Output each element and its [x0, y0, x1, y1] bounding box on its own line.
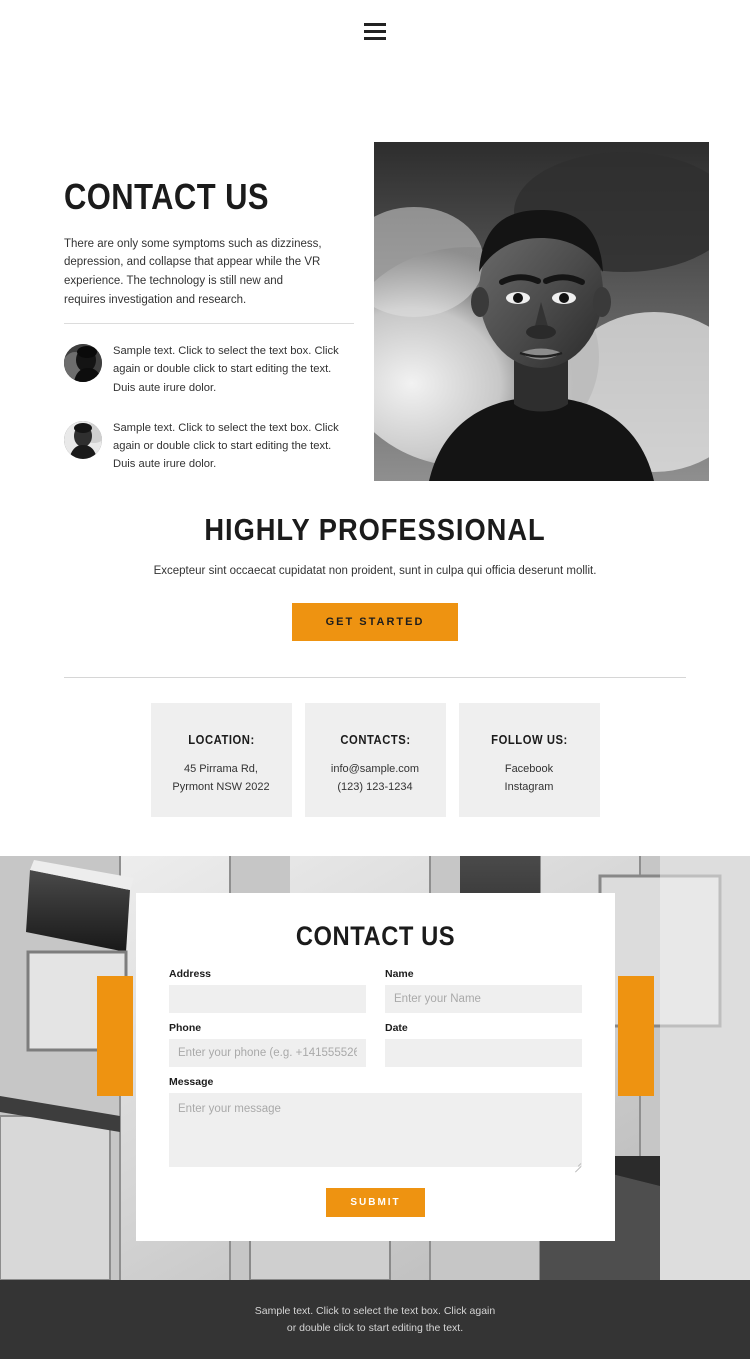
- form-fields: Address Name Phone Date Message: [169, 968, 582, 1172]
- submit-button[interactable]: SUBMIT: [326, 1188, 425, 1217]
- field-message: Message: [169, 1076, 582, 1172]
- section-divider: [64, 677, 686, 678]
- list-item: Sample text. Click to select the text bo…: [64, 342, 354, 396]
- card-body: info@sample.com (123) 123-1234: [305, 761, 446, 797]
- address-label: Address: [169, 968, 212, 980]
- hero-portrait-image: [374, 142, 709, 481]
- name-input[interactable]: [385, 985, 582, 1013]
- field-date: Date: [385, 1022, 582, 1067]
- date-label: Date: [385, 1022, 408, 1034]
- field-phone: Phone: [169, 1022, 366, 1067]
- date-input[interactable]: [385, 1039, 582, 1067]
- card-body: 45 Pirrama Rd, Pyrmont NSW 2022: [151, 761, 292, 797]
- info-card-location: LOCATION: 45 Pirrama Rd, Pyrmont NSW 202…: [150, 703, 292, 817]
- field-address: Address: [169, 968, 366, 1013]
- hero-text-column: CONTACT US There are only some symptoms …: [64, 178, 354, 495]
- info-cards: LOCATION: 45 Pirrama Rd, Pyrmont NSW 202…: [0, 703, 750, 817]
- field-name: Name: [385, 968, 582, 1013]
- avatar: [64, 420, 102, 459]
- testimonial-text: Sample text. Click to select the text bo…: [113, 421, 339, 470]
- card-line-phone[interactable]: (123) 123-1234: [305, 779, 446, 797]
- card-body: Facebook Instagram: [459, 761, 600, 797]
- submit-row: SUBMIT: [169, 1188, 582, 1217]
- site-header: [0, 0, 750, 62]
- card-heading: LOCATION:: [187, 733, 255, 747]
- card-line: Pyrmont NSW 2022: [172, 780, 270, 793]
- phone-label: Phone: [169, 1022, 202, 1034]
- info-card-contacts: CONTACTS: info@sample.com (123) 123-1234: [304, 703, 446, 817]
- card-heading: FOLLOW US:: [490, 733, 568, 747]
- info-card-follow-us: FOLLOW US: Facebook Instagram: [458, 703, 600, 817]
- site-footer: Sample text. Click to select the text bo…: [0, 1280, 750, 1359]
- footer-text: Sample text. Click to select the text bo…: [254, 1304, 496, 1334]
- hero-subtitle: There are only some symptoms such as diz…: [64, 237, 322, 306]
- burger-line: [364, 36, 386, 40]
- promo-title: HIGHLY PROFESSIONAL: [204, 512, 546, 547]
- card-line-email[interactable]: info@sample.com: [305, 761, 446, 779]
- card-line: 45 Pirrama Rd,: [184, 763, 258, 775]
- social-link-facebook[interactable]: Facebook: [459, 761, 600, 779]
- page-title: CONTACT US: [64, 176, 269, 217]
- name-label: Name: [385, 968, 414, 980]
- address-input[interactable]: [169, 985, 366, 1013]
- burger-line: [364, 22, 386, 26]
- get-started-button[interactable]: GET STARTED: [291, 603, 459, 641]
- testimonial-text: Sample text. Click to select the text bo…: [113, 345, 339, 394]
- message-textarea[interactable]: [169, 1093, 582, 1167]
- message-label: Message: [169, 1076, 214, 1088]
- hero-section: CONTACT US There are only some symptoms …: [0, 62, 750, 481]
- phone-input[interactable]: [169, 1039, 366, 1067]
- contact-form-card: CONTACT US Address Name Phone Date Messa…: [136, 893, 615, 1241]
- hamburger-menu-icon[interactable]: [364, 22, 386, 40]
- hero-divider: [64, 323, 354, 325]
- contact-form-section: CONTACT US Address Name Phone Date Messa…: [0, 856, 750, 1280]
- form-title: CONTACT US: [295, 921, 456, 951]
- list-item: Sample text. Click to select the text bo…: [64, 419, 354, 473]
- promo-subtitle: Excepteur sint occaecat cupidatat non pr…: [153, 565, 597, 577]
- card-heading: CONTACTS:: [339, 733, 411, 747]
- accent-block-left: [97, 976, 133, 1096]
- burger-line: [364, 29, 386, 33]
- social-link-instagram[interactable]: Instagram: [459, 779, 600, 797]
- avatar: [64, 344, 102, 383]
- testimonial-list: Sample text. Click to select the text bo…: [64, 342, 354, 473]
- accent-block-right: [618, 976, 654, 1096]
